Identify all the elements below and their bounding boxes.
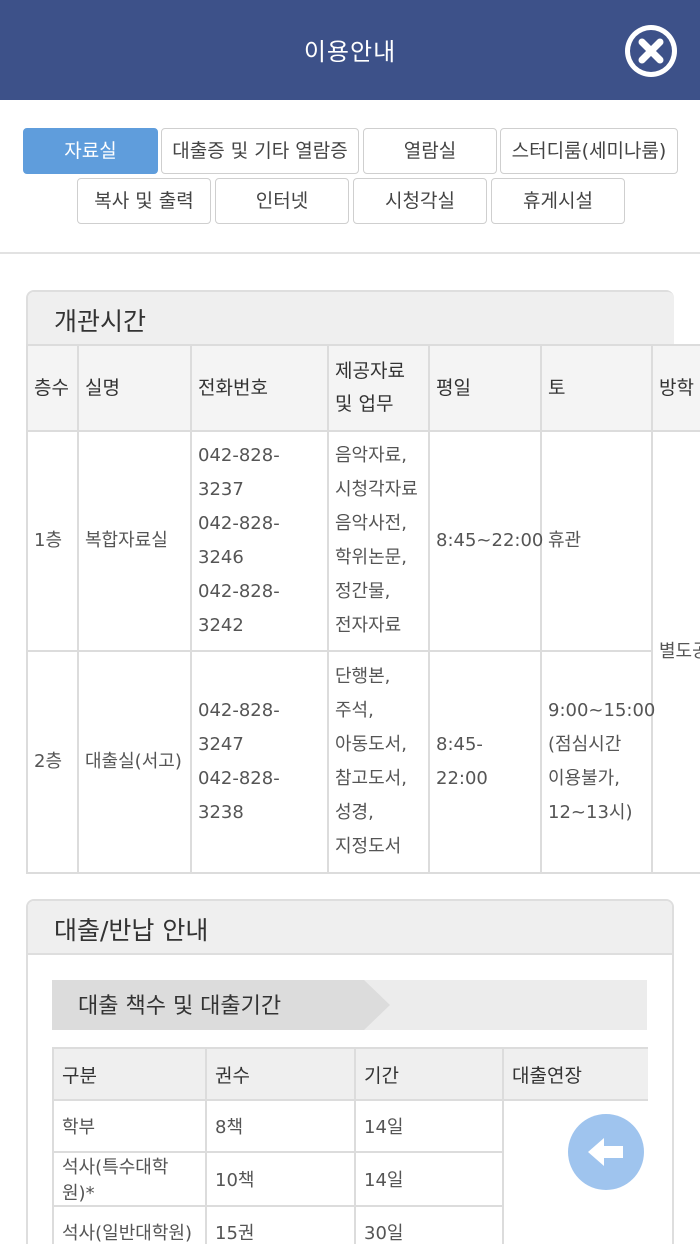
material-item: 참고도서, [335,768,407,789]
phone-number[interactable]: 042-828-3247 [198,694,321,762]
saturday-text: 이용불가, [548,768,620,789]
back-button[interactable] [568,1114,644,1190]
saturday-cell: 9:00~15:00 (점심시간 이용불가, 12~13시) [540,650,656,874]
col-room: 실명 [77,344,192,432]
col-saturday: 토 [540,344,653,432]
opening-hours-header: 개관시간 [28,292,674,346]
saturday-text: (점심시간 [548,734,622,755]
col-period: 기간 [354,1047,504,1101]
saturday-text: 휴관 [548,530,582,551]
loan-subtitle: 대출 책수 및 대출기간 [78,994,282,1019]
phone-number[interactable]: 042-828-3238 [198,762,321,830]
material-item: 단행본, [335,666,391,687]
category-cell: 석사(일반대학원) [52,1205,207,1244]
material-item: 음악자료, [335,445,407,466]
table-row: 2층 대출실(서고) 042-828-3247 042-828-3238 단행본… [26,650,700,874]
material-item: 아동도서, [335,734,407,755]
tab-library-room[interactable]: 자료실 [23,128,158,174]
loan-table-wrap: 구분 권수 기간 대출연장 학부 8책 14일 석사(특수대학원)* 10책 1… [52,1047,648,1244]
saturday-text: 9:00~15:00 [548,700,656,721]
col-vacation: 방학 [651,344,700,432]
floor-cell: 1층 [26,430,79,652]
phone-number[interactable]: 042-828-3242 [198,575,321,643]
opening-hours-title: 개관시간 [54,307,147,336]
col-weekday: 평일 [428,344,542,432]
period-cell: 30일 [354,1205,504,1244]
phone-cell: 042-828-3237 042-828-3246 042-828-3242 [190,430,329,652]
room-cell: 복합자료실 [77,430,192,652]
weekday-cell: 8:45-22:00 [428,650,542,874]
tab-av-room[interactable]: 시청각실 [353,178,487,224]
count-cell: 8책 [205,1099,356,1153]
table-row: 1층 복합자료실 042-828-3237 042-828-3246 042-8… [26,430,700,874]
loan-table: 구분 권수 기간 대출연장 학부 8책 14일 석사(특수대학원)* 10책 1… [52,1047,648,1244]
phone-number[interactable]: 042-828-3237 [198,439,321,507]
saturday-cell: 휴관 [540,430,653,652]
col-floor: 층수 [26,344,79,432]
col-renewal: 대출연장 [502,1047,648,1101]
loan-info-header: 대출/반납 안내 [28,901,672,955]
tab-reading-room[interactable]: 열람실 [363,128,497,174]
material-item: 음악사전, [335,513,407,534]
loan-info-title: 대출/반납 안내 [54,916,209,945]
col-category: 구분 [52,1047,207,1101]
material-item: 성경, [335,802,374,823]
floor-cell: 2층 [26,650,79,874]
col-phone: 전화번호 [190,344,329,432]
table-header-row: 구분 권수 기간 대출연장 [52,1047,648,1101]
vacation-cell: 별도공 [651,430,700,874]
page-title: 이용안내 [303,38,397,66]
tab-study-room[interactable]: 스터디룸(세미나룸) [500,128,678,174]
phone-number[interactable]: 042-828-3246 [198,507,321,575]
material-item: 주석, [335,700,374,721]
material-item: 전자자료 [335,615,402,636]
table-row: 학부 8책 14일 [52,1099,648,1244]
weekday-cell: 8:45~22:00 [428,430,543,652]
category-cell: 석사(특수대학원)* [52,1151,207,1207]
tab-internet[interactable]: 인터넷 [215,178,349,224]
col-materials: 제공자료 및 업무 [327,344,430,432]
table-header-row: 층수 실명 전화번호 제공자료 및 업무 평일 토 방학 [26,344,700,432]
back-arrow-icon [588,1138,623,1166]
header-bar: 이용안내 [0,0,700,100]
materials-cell: 단행본, 주석, 아동도서, 참고도서, 성경, 지정도서 [327,650,430,874]
category-cell: 학부 [52,1099,207,1153]
tab-rest-facilities[interactable]: 휴게시설 [491,178,625,224]
material-item: 정간물, [335,581,391,602]
opening-hours-table-wrap: 층수 실명 전화번호 제공자료 및 업무 평일 토 방학 1층 복합자료실 04… [26,344,700,874]
opening-hours-table: 층수 실명 전화번호 제공자료 및 업무 평일 토 방학 1층 복합자료실 04… [26,344,700,874]
count-cell: 15권 [205,1205,356,1244]
tab-library-card[interactable]: 대출증 및 기타 열람증 [161,128,359,174]
category-tabs: 자료실 대출증 및 기타 열람증 열람실 스터디룸(세미나룸) 복사 및 출력 … [0,100,700,254]
period-cell: 14일 [354,1151,504,1207]
materials-cell: 음악자료, 시청각자료 음악사전, 학위논문, 정간물, 전자자료 [327,430,430,652]
tab-copy-print[interactable]: 복사 및 출력 [77,178,211,224]
count-cell: 10책 [205,1151,356,1207]
col-count: 권수 [205,1047,356,1101]
material-item: 시청각자료 [335,479,418,500]
saturday-text: 12~13시) [548,802,633,823]
period-cell: 14일 [354,1099,504,1153]
phone-cell: 042-828-3247 042-828-3238 [190,650,329,874]
material-item: 학위논문, [335,547,407,568]
material-item: 지정도서 [335,836,402,857]
room-cell: 대출실(서고) [77,650,192,874]
close-icon[interactable] [623,23,679,79]
